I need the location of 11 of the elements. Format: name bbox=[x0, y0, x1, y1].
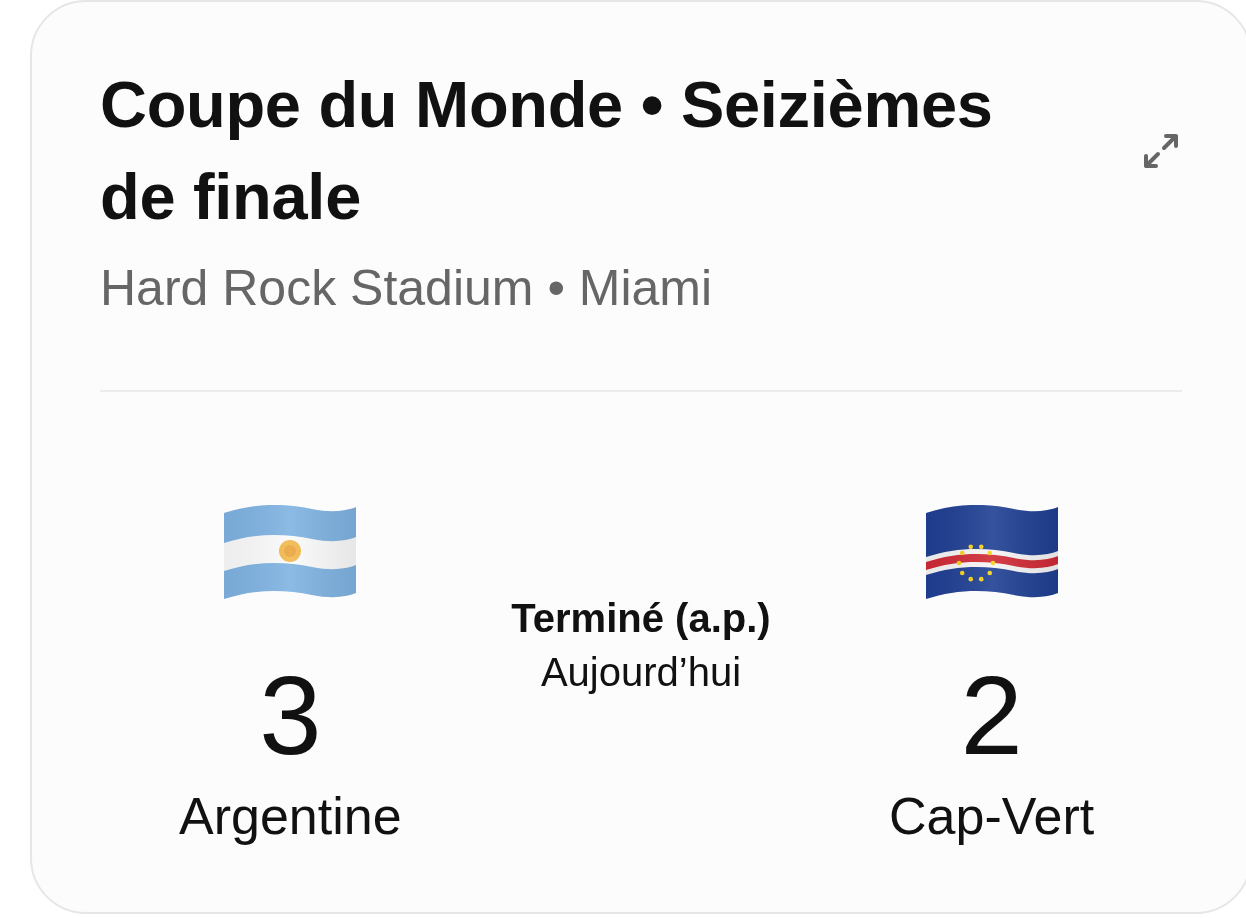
venue-subtitle: Hard Rock Stadium • Miami bbox=[100, 259, 714, 318]
match-title: Coupe du Monde • Seizièmes de finale bbox=[100, 67, 994, 235]
team-score: 3 bbox=[259, 660, 322, 772]
team-score: 2 bbox=[960, 660, 1023, 772]
flag-icon bbox=[924, 505, 1059, 601]
expand-icon[interactable] bbox=[1142, 132, 1180, 170]
flag-icon bbox=[223, 505, 358, 601]
match-date: Aujourd’hui bbox=[540, 649, 742, 696]
match-status: Terminé (a.p.) bbox=[511, 595, 771, 642]
team-name: Cap-Vert bbox=[889, 786, 1095, 846]
team-name: Argentine bbox=[179, 786, 402, 846]
